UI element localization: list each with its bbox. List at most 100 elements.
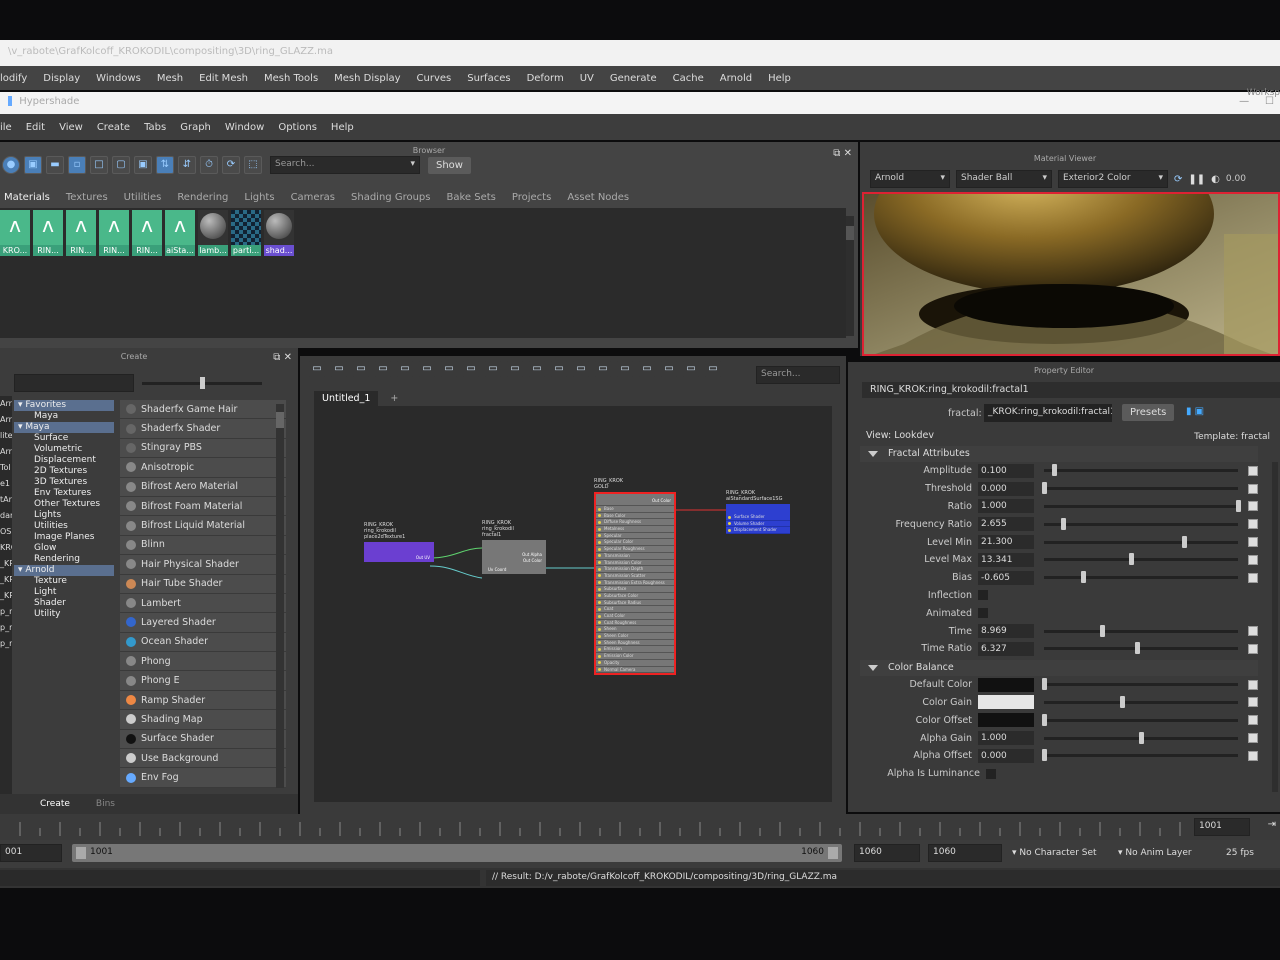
outliner-item[interactable]: p_rot [0, 620, 12, 636]
tab-create[interactable]: Create [40, 799, 70, 809]
tree-item-arnold[interactable]: ▾ Arnold [14, 565, 114, 576]
attribute-value-input[interactable]: 0.100 [978, 463, 1034, 478]
outliner-item[interactable]: _KRO [0, 572, 12, 588]
map-button-icon[interactable] [1248, 697, 1258, 708]
node-shading-group[interactable]: RING_KROK aiStandardSurface1SG Surface S… [726, 490, 790, 535]
hs-menu-item-create[interactable]: Create [97, 122, 130, 133]
outliner-item[interactable]: Arr [0, 444, 12, 460]
step-end-icon[interactable]: ⇥ [1268, 819, 1276, 830]
shader-port[interactable]: Specular [596, 533, 674, 540]
tree-item-2d-textures[interactable]: 2D Textures [14, 466, 114, 477]
slider-knob[interactable] [1181, 535, 1187, 548]
input-icon[interactable]: ▭ [330, 360, 348, 378]
menu-item-windows[interactable]: Windows [96, 73, 141, 84]
range-start-handle[interactable] [76, 847, 86, 859]
hs-menu-item-view[interactable]: View [59, 122, 83, 133]
menu-item-deform[interactable]: Deform [527, 73, 564, 84]
material-swatch[interactable]: parti... [231, 210, 261, 256]
tab-untitled[interactable]: Untitled_1 [314, 390, 379, 406]
refresh-icon[interactable]: ⟳ [222, 156, 240, 174]
node-place2dtexture[interactable]: RING_KROK ring_krokodil place2dTexture1 … [364, 522, 434, 562]
attribute-color-swatch[interactable] [978, 695, 1034, 710]
tab-bake-sets[interactable]: Bake Sets [446, 192, 495, 203]
outliner-item[interactable]: Arr [0, 396, 12, 412]
node-list-item[interactable]: Phong E [120, 671, 286, 691]
attribute-value-input[interactable]: 21.300 [978, 535, 1034, 550]
node-list-item[interactable]: Anisotropic [120, 458, 286, 478]
tree-item-3d-textures[interactable]: 3D Textures [14, 477, 114, 488]
node-gold[interactable]: RING_KROK GOLD Out Color Base Base Color D… [594, 478, 676, 676]
range-end-handle[interactable] [828, 847, 838, 859]
tab-projects[interactable]: Projects [512, 192, 551, 203]
map-button-icon[interactable] [1248, 519, 1258, 530]
tree-item-favorites[interactable]: ▾ Favorites [14, 400, 114, 411]
slider-knob[interactable] [1042, 713, 1047, 726]
attribute-value-input[interactable]: 1.000 [978, 731, 1034, 746]
hs-menu-item-help[interactable]: Help [331, 122, 354, 133]
shader-port[interactable]: Coat Roughness [596, 620, 674, 627]
tab-textures[interactable]: Textures [66, 192, 108, 203]
node-list-item[interactable]: Hair Tube Shader [120, 575, 286, 594]
attribute-value-input[interactable]: -0.605 [978, 570, 1034, 585]
attribute-slider[interactable] [1044, 464, 1238, 477]
renderer-select[interactable]: Arnold ▾ [870, 170, 950, 188]
menu-item-help[interactable]: Help [768, 73, 791, 84]
tree-item-maya[interactable]: Maya [14, 411, 114, 422]
node-graph-canvas[interactable]: RING_KROK ring_krokodil place2dTexture1 … [314, 406, 832, 802]
node-list-item[interactable]: Env Fog [120, 768, 286, 788]
fractal-field-input[interactable]: _KROK:ring_krokodil:fractal1 [984, 404, 1112, 422]
shader-port[interactable]: Transmission Color [596, 560, 674, 567]
attribute-value-input[interactable]: 8.969 [978, 624, 1034, 639]
animation-end-input[interactable]: 1060 [928, 844, 1002, 862]
tab-materials[interactable]: Materials [4, 192, 50, 203]
menu-item-surfaces[interactable]: Surfaces [467, 73, 510, 84]
render-icon[interactable]: ⟳ [1174, 174, 1182, 185]
exposure-value[interactable]: 0.00 [1226, 174, 1246, 184]
tab-cameras[interactable]: Cameras [291, 192, 335, 203]
hs-menu-item-edit[interactable]: Edit [26, 122, 45, 133]
list-view-icon[interactable]: ▬ [46, 156, 64, 174]
material-swatch[interactable]: ʌ RIN... [99, 210, 129, 256]
attribute-slider[interactable] [1044, 695, 1238, 708]
map-button-icon[interactable] [1248, 483, 1258, 494]
tree-item-env-textures[interactable]: Env Textures [14, 488, 114, 499]
shader-port[interactable]: Transmission Depth [596, 566, 674, 573]
outliner-item[interactable]: p_rot [0, 636, 12, 652]
shader-port[interactable]: Subsurface Color [596, 593, 674, 600]
attribute-value-input[interactable]: 0.000 [978, 481, 1034, 496]
view-full-icon[interactable]: ▭ [550, 360, 568, 378]
graph-remove-icon[interactable]: ▭ [462, 360, 480, 378]
material-swatch[interactable]: ʌ RIN... [33, 210, 63, 256]
shader-port[interactable]: Sheen Roughness [596, 640, 674, 647]
hs-menu-item-options[interactable]: Options [278, 122, 317, 133]
create-slider[interactable] [142, 377, 262, 389]
outliner-item[interactable]: p_rot [0, 604, 12, 620]
material-swatch[interactable]: ʌ aiSta... [165, 210, 195, 256]
menu-item-curves[interactable]: Curves [417, 73, 452, 84]
frame-selected-icon[interactable]: ▭ [396, 360, 414, 378]
tree-item-volumetric[interactable]: Volumetric [14, 444, 114, 455]
menu-item-generate[interactable]: Generate [610, 73, 657, 84]
tree-item-texture[interactable]: Texture [14, 576, 114, 587]
focus-icon[interactable]: ▮ ▣ [1186, 406, 1204, 417]
sort-time-icon[interactable]: ⏱ [200, 156, 218, 174]
time-slider[interactable]: 1001 ⇥ [0, 814, 1280, 840]
hs-menu-item-ile[interactable]: ile [0, 122, 12, 133]
slider-knob[interactable] [1061, 517, 1067, 530]
map-button-icon[interactable] [1248, 750, 1258, 761]
property-scrollbar[interactable] [1272, 462, 1278, 792]
slider-knob[interactable] [1129, 553, 1135, 566]
sort-name-icon[interactable]: ⇅ [156, 156, 174, 174]
node-list-item[interactable]: Lambert [120, 594, 286, 614]
shader-port[interactable]: Opacity [596, 660, 674, 667]
shader-port[interactable]: Normal Camera [596, 667, 674, 674]
sg-port[interactable]: Displacement Shader [726, 527, 790, 535]
menu-item-lodify[interactable]: lodify [0, 73, 27, 84]
map-button-icon[interactable] [1248, 537, 1258, 548]
shader-port[interactable]: Subsurface Radius [596, 600, 674, 607]
outliner-item[interactable]: dar [0, 508, 12, 524]
slider-knob[interactable] [1236, 499, 1241, 512]
node-list-item[interactable]: Ocean Shader [120, 633, 286, 653]
outliner-item[interactable]: lite [0, 428, 12, 444]
exposure-icon[interactable]: ◐ [1211, 174, 1220, 185]
